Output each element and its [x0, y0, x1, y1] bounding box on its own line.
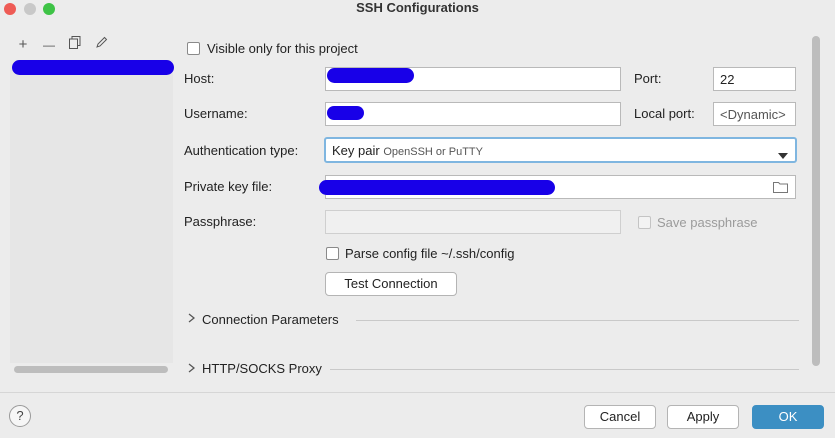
section-divider — [356, 320, 799, 321]
host-value-redacted — [327, 68, 414, 83]
add-icon[interactable]: + — [14, 36, 32, 54]
apply-button[interactable]: Apply — [667, 405, 739, 429]
chevron-down-icon — [778, 147, 788, 162]
passphrase-input[interactable] — [325, 210, 621, 234]
parse-config-label: Parse config file ~/.ssh/config — [345, 246, 515, 261]
form-vertical-scrollbar[interactable] — [812, 36, 820, 366]
passphrase-label: Passphrase: — [184, 214, 257, 229]
port-label: Port: — [634, 71, 662, 86]
close-window-button[interactable] — [4, 3, 16, 15]
username-label: Username: — [184, 106, 248, 121]
folder-icon[interactable] — [773, 181, 788, 196]
footer-divider — [0, 392, 835, 393]
copy-icon[interactable] — [66, 36, 84, 54]
chevron-right-icon[interactable] — [188, 312, 196, 326]
auth-type-value: Key pair — [332, 143, 380, 158]
port-value: 22 — [720, 72, 735, 87]
auth-type-label: Authentication type: — [184, 143, 299, 158]
username-value-redacted — [327, 106, 364, 120]
remove-icon[interactable]: — — [40, 36, 58, 54]
cancel-button[interactable]: Cancel — [584, 405, 656, 429]
window-title: SSH Configurations — [356, 0, 479, 15]
private-key-value-redacted — [319, 180, 555, 195]
save-passphrase-checkbox[interactable] — [638, 216, 651, 229]
connection-parameters-section[interactable]: Connection Parameters — [202, 312, 339, 327]
help-button[interactable]: ? — [9, 405, 31, 427]
selected-configuration-item[interactable] — [12, 60, 174, 75]
save-passphrase-label: Save passphrase — [657, 215, 758, 230]
proxy-section[interactable]: HTTP/SOCKS Proxy — [202, 361, 322, 376]
zoom-window-button[interactable] — [43, 3, 55, 15]
ok-button[interactable]: OK — [752, 405, 824, 429]
private-key-label: Private key file: — [184, 179, 273, 194]
parse-config-checkbox[interactable] — [326, 247, 339, 260]
test-connection-button[interactable]: Test Connection — [325, 272, 457, 296]
auth-type-select[interactable]: Key pair OpenSSH or PuTTY — [324, 137, 797, 163]
host-label: Host: — [184, 71, 215, 86]
username-input[interactable] — [325, 102, 621, 126]
configurations-list[interactable] — [10, 60, 173, 363]
local-port-label: Local port: — [634, 106, 695, 121]
auth-type-hint: OpenSSH or PuTTY — [383, 146, 483, 158]
edit-icon[interactable] — [92, 36, 110, 54]
chevron-right-icon[interactable] — [188, 362, 196, 376]
port-input[interactable]: 22 — [713, 67, 796, 91]
minimize-window-button[interactable] — [24, 3, 36, 15]
local-port-input[interactable]: <Dynamic> — [713, 102, 796, 126]
visible-only-label: Visible only for this project — [207, 41, 358, 56]
local-port-placeholder: <Dynamic> — [720, 107, 786, 122]
visible-only-checkbox[interactable] — [187, 42, 200, 55]
section-divider — [330, 369, 799, 370]
list-horizontal-scrollbar[interactable] — [14, 366, 168, 373]
